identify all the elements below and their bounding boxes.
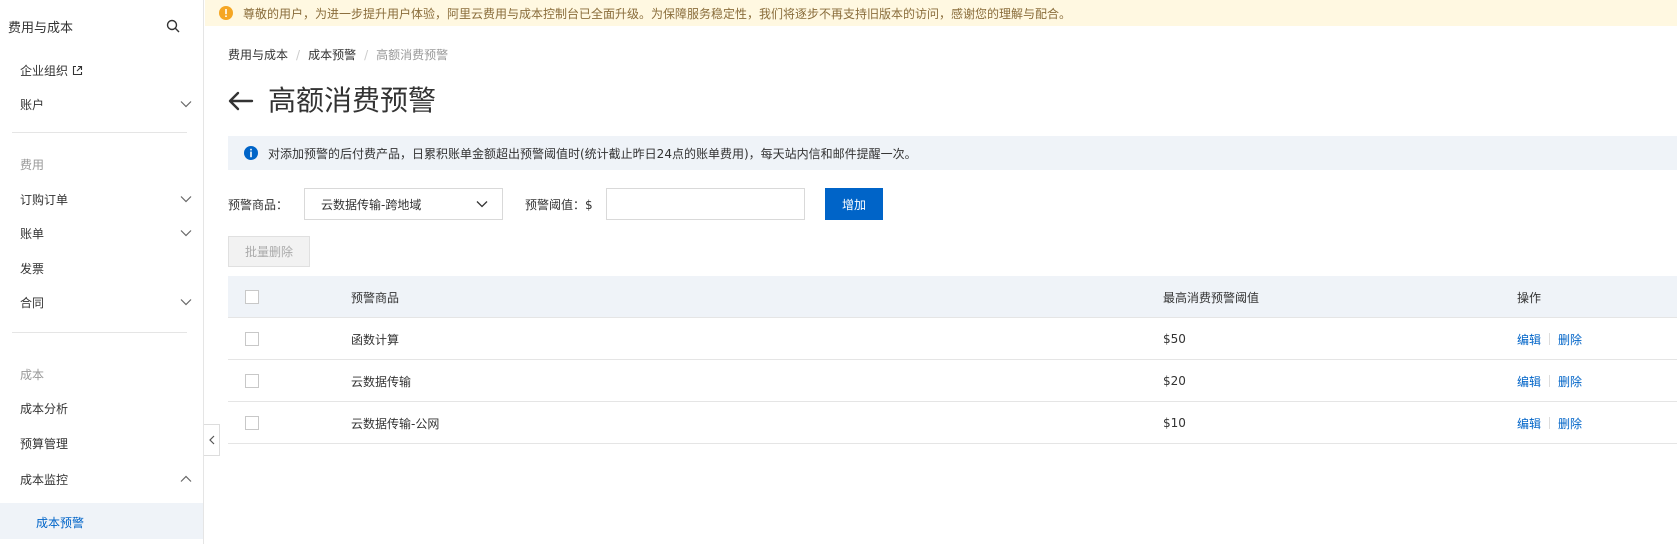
- breadcrumb-separator: /: [364, 47, 369, 62]
- alert-form: 预警商品： 云数据传输-跨地域 预警阈值：$ 增加: [228, 188, 1128, 220]
- chevron-left-icon: [209, 435, 215, 445]
- sidebar-header: 费用与成本: [8, 16, 180, 36]
- sidebar-item-cost-analysis[interactable]: 成本分析: [20, 398, 192, 418]
- info-icon: [244, 146, 258, 160]
- action-separator: [1549, 375, 1551, 387]
- product-select-value: 云数据传输-跨地域: [321, 197, 422, 212]
- row-product: 云数据传输: [351, 374, 412, 389]
- sidebar-group-fee: 费用: [20, 158, 45, 172]
- sidebar-item-label: 企业组织: [20, 63, 69, 78]
- chevron-up-icon: [180, 475, 192, 482]
- table-header: 预警商品 最高消费预警阈值 操作: [228, 276, 1677, 318]
- delete-link[interactable]: 删除: [1558, 331, 1582, 348]
- sidebar-item-budget[interactable]: 预算管理: [20, 433, 192, 453]
- row-product: 云数据传输-公网: [351, 416, 440, 431]
- sidebar-item-enterprise[interactable]: 企业组织: [20, 60, 192, 80]
- row-threshold: $10: [1163, 416, 1186, 430]
- sidebar-item-label: 发票: [20, 261, 45, 276]
- table-row: 函数计算 $50 编辑 删除: [228, 318, 1677, 360]
- row-checkbox-cell: [245, 402, 259, 444]
- action-separator: [1549, 333, 1551, 345]
- sidebar-active-highlight: [0, 503, 203, 539]
- header-product: 预警商品: [351, 290, 400, 305]
- alert-table: 预警商品 最高消费预警阈值 操作 函数计算 $50 编辑 删除 云数据传输 $2…: [228, 276, 1677, 444]
- threshold-label: 预警阈值：$: [525, 198, 593, 212]
- row-threshold: $50: [1163, 332, 1186, 346]
- edit-link[interactable]: 编辑: [1517, 415, 1541, 432]
- threshold-input[interactable]: [606, 188, 805, 220]
- sidebar-item-label: 合同: [20, 295, 45, 310]
- edit-link[interactable]: 编辑: [1517, 331, 1541, 348]
- page-title: 高额消费预警: [268, 84, 437, 117]
- row-checkbox-cell: [245, 318, 259, 360]
- sidebar-item-label: 成本监控: [20, 472, 69, 487]
- notice-text: 尊敬的用户，为进一步提升用户体验，阿里云费用与成本控制台已全面升级。为保障服务稳…: [243, 6, 1072, 21]
- warning-icon: [219, 6, 233, 20]
- breadcrumb: 费用与成本 / 成本预警 / 高额消费预警: [228, 46, 448, 63]
- row-checkbox[interactable]: [245, 416, 259, 430]
- row-actions: 编辑 删除: [1517, 402, 1582, 444]
- table-row: 云数据传输-公网 $10 编辑 删除: [228, 402, 1677, 444]
- breadcrumb-current: 高额消费预警: [376, 48, 449, 62]
- sidebar-collapse-button[interactable]: [204, 424, 220, 456]
- add-button[interactable]: 增加: [825, 188, 883, 220]
- edit-link[interactable]: 编辑: [1517, 373, 1541, 390]
- select-all-cell: [245, 276, 259, 318]
- breadcrumb-item[interactable]: 成本预警: [308, 46, 356, 63]
- chevron-down-icon: [180, 299, 192, 306]
- row-checkbox[interactable]: [245, 332, 259, 346]
- action-separator: [1549, 417, 1551, 429]
- sidebar-item-cost-alert[interactable]: 成本预警: [36, 514, 84, 531]
- breadcrumb-item[interactable]: 费用与成本: [228, 46, 288, 63]
- chevron-down-icon: [180, 101, 192, 108]
- sidebar-group-cost: 成本: [20, 368, 45, 382]
- chevron-down-icon: [180, 196, 192, 203]
- page-header: 高额消费预警: [228, 84, 436, 118]
- sidebar-title: 费用与成本: [8, 20, 74, 36]
- row-checkbox[interactable]: [245, 374, 259, 388]
- external-link-icon: [72, 65, 83, 75]
- sidebar-item-label: 账户: [20, 97, 45, 112]
- batch-delete-button[interactable]: 批量删除: [228, 236, 310, 267]
- sidebar-divider: [12, 132, 187, 133]
- header-threshold: 最高消费预警阈值: [1163, 290, 1260, 305]
- row-actions: 编辑 删除: [1517, 318, 1582, 360]
- sidebar-item-label: 账单: [20, 226, 45, 241]
- row-threshold: $20: [1163, 374, 1186, 388]
- sidebar-item-contract[interactable]: 合同: [20, 292, 192, 312]
- chevron-down-icon: [180, 230, 192, 237]
- sidebar-item-cost-monitor[interactable]: 成本监控: [20, 469, 192, 489]
- sidebar-item-label: 成本分析: [20, 401, 69, 416]
- sidebar-item-invoice[interactable]: 发票: [20, 258, 192, 278]
- chevron-down-icon: [476, 201, 488, 208]
- sidebar-item-label: 订购订单: [20, 192, 69, 207]
- delete-link[interactable]: 删除: [1558, 373, 1582, 390]
- notice-bar: 尊敬的用户，为进一步提升用户体验，阿里云费用与成本控制台已全面升级。为保障服务稳…: [205, 0, 1677, 26]
- sidebar-item-label: 预算管理: [20, 436, 69, 451]
- sidebar-item-bills[interactable]: 账单: [20, 223, 192, 243]
- info-bar: 对添加预警的后付费产品，日累积账单金额超出预警阈值时(统计截止昨日24点的账单费…: [228, 136, 1677, 170]
- info-text: 对添加预警的后付费产品，日累积账单金额超出预警阈值时(统计截止昨日24点的账单费…: [268, 146, 917, 161]
- product-select[interactable]: 云数据传输-跨地域: [304, 188, 503, 220]
- sidebar-item-account[interactable]: 账户: [20, 94, 192, 114]
- sidebar-item-orders[interactable]: 订购订单: [20, 189, 192, 209]
- header-actions: 操作: [1517, 290, 1542, 305]
- breadcrumb-separator: /: [296, 47, 301, 62]
- delete-link[interactable]: 删除: [1558, 415, 1582, 432]
- sidebar: 费用与成本 企业组织 账户 费用 订购订单 账单 发票 合同 成本 成本分析 预…: [0, 0, 204, 544]
- table-row: 云数据传输 $20 编辑 删除: [228, 360, 1677, 402]
- row-checkbox-cell: [245, 360, 259, 402]
- back-arrow-icon[interactable]: [228, 91, 254, 111]
- select-all-checkbox[interactable]: [245, 290, 259, 304]
- row-product: 函数计算: [351, 332, 400, 347]
- product-label: 预警商品：: [228, 198, 289, 212]
- row-actions: 编辑 删除: [1517, 360, 1582, 402]
- sidebar-divider: [12, 332, 187, 333]
- search-icon[interactable]: [166, 19, 180, 33]
